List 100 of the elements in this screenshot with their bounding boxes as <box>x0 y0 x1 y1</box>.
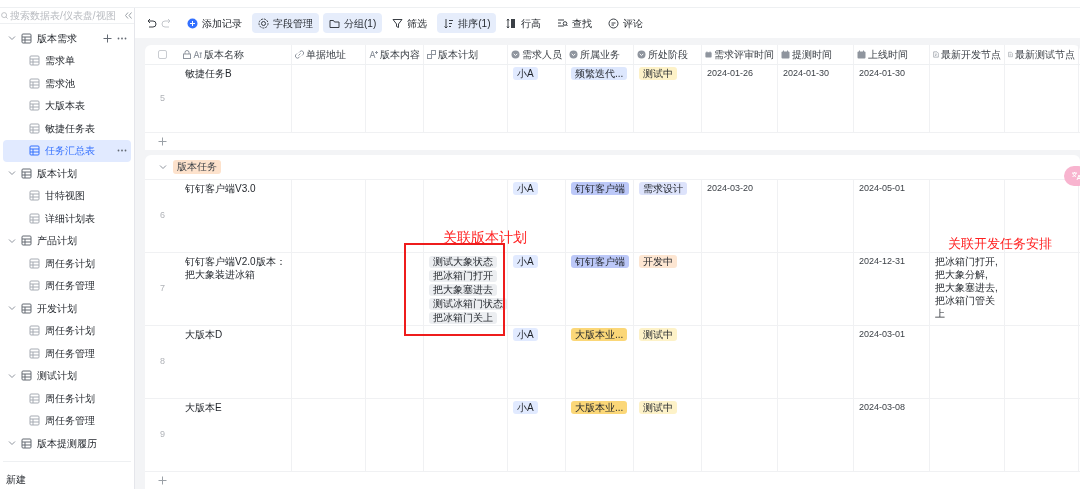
sidebar-group[interactable]: 版本计划 <box>0 162 134 185</box>
option-tag: 需求设计 <box>639 182 687 195</box>
sidebar-item[interactable]: 详细计划表 <box>3 207 131 230</box>
date-cell: 2024-05-01 <box>859 182 906 195</box>
sidebar-group[interactable]: 开发计划 <box>0 297 134 320</box>
table-icon <box>29 280 40 292</box>
translate-icon <box>1071 171 1080 181</box>
sidebar-item[interactable]: 周任务计划 <box>3 319 131 342</box>
option-tag: 大版本业... <box>571 328 628 341</box>
formula-icon <box>933 50 939 59</box>
table-cell: 把冰箱门打开, 把大象分解, 把大象塞进去, 把冰箱门管关上 <box>935 255 999 320</box>
search-field[interactable]: 搜索数据表/仪表盘/视图 <box>10 8 122 23</box>
sidebar-item[interactable]: 甘特视图 <box>3 184 131 207</box>
formula-icon <box>1008 50 1013 59</box>
sidebar-item[interactable]: 周任务管理 <box>3 342 131 365</box>
sidebar-item[interactable]: 需求单 <box>3 49 131 72</box>
toolbar-button[interactable]: 添加记录 <box>181 13 248 33</box>
column-header[interactable]: 所处阶段 <box>648 47 688 62</box>
column-header[interactable]: 需求人员 <box>522 47 562 62</box>
link-icon <box>295 50 304 59</box>
toolbar-button[interactable]: 行高 <box>500 13 548 33</box>
table-icon <box>29 392 40 404</box>
sidebar-item[interactable]: 周任务计划 <box>3 387 131 410</box>
column-header[interactable]: 最新开发节点 <box>941 47 1001 62</box>
add-icon <box>187 17 198 29</box>
annotation-text: 关联版本计划 <box>443 228 527 247</box>
column-header[interactable]: 单据地址 <box>306 47 346 62</box>
column-header[interactable]: 版本内容 <box>380 47 420 62</box>
date-cell: 2024-01-30 <box>783 67 830 80</box>
column-header[interactable]: 提测时间 <box>792 47 832 62</box>
option-tag: 频繁迭代... <box>571 67 628 80</box>
select-all-checkbox[interactable] <box>158 50 167 59</box>
gear-icon <box>258 17 269 29</box>
sidebar-item[interactable]: 周任务管理 <box>3 409 131 432</box>
person-tag: 小A <box>513 182 538 195</box>
table-icon <box>29 100 40 112</box>
option-tag: 大版本业... <box>571 401 628 414</box>
sidebar-group[interactable]: 测试计划 <box>0 364 134 387</box>
sidebar-group[interactable]: 版本需求 <box>0 27 134 50</box>
sidebar-group[interactable]: 产品计划 <box>0 229 134 252</box>
person-tag: 小A <box>513 328 538 341</box>
sidebar-item[interactable]: 周任务计划 <box>3 252 131 275</box>
column-header[interactable]: 上线时间 <box>868 47 908 62</box>
table-icon <box>29 77 40 89</box>
row-number: 6 <box>160 209 165 223</box>
linked-record[interactable]: 把大象塞进去 <box>429 284 497 296</box>
column-header[interactable]: 所属业务 <box>580 47 620 62</box>
option-icon <box>569 50 578 59</box>
toolbar-button[interactable]: 查找 <box>551 13 599 33</box>
linked-record[interactable]: 把冰箱门关上 <box>429 312 497 324</box>
sidebar-item[interactable]: 任务汇总表 <box>3 139 131 162</box>
table-icon <box>21 32 32 44</box>
toolbar-button[interactable]: 筛选 <box>386 13 434 33</box>
column-header[interactable]: 版本计划 <box>438 47 478 62</box>
option-tag: 测试中 <box>639 328 677 341</box>
option-icon <box>511 50 520 59</box>
table-icon <box>29 212 40 224</box>
column-header[interactable]: 需求评审时间 <box>714 47 774 62</box>
row-number: 8 <box>160 355 165 369</box>
sidebar-item[interactable]: 需求池 <box>3 72 131 95</box>
option-icon <box>637 50 646 59</box>
toolbar-button[interactable]: 排序(1) <box>437 13 497 33</box>
table-cell: 大版本D <box>185 328 223 341</box>
group-header[interactable]: 版本任务 <box>157 160 223 174</box>
table-icon <box>21 437 32 449</box>
toolbar-button[interactable]: 分组(1) <box>323 13 383 33</box>
sidebar-item[interactable]: 敏捷任务表 <box>3 117 131 140</box>
table-icon <box>21 302 32 314</box>
toolbar-button[interactable]: 评论 <box>602 13 650 33</box>
row-height-icon <box>506 17 518 29</box>
person-tag: 小A <box>513 401 538 414</box>
linked-record[interactable]: 把冰箱门打开 <box>429 270 497 282</box>
table-icon <box>29 415 40 427</box>
calendar-icon <box>781 50 790 59</box>
person-tag: 小A <box>513 67 538 80</box>
table-icon <box>29 347 40 359</box>
column-header[interactable]: 最新测试节点 <box>1015 47 1075 62</box>
column-header[interactable]: 版本名称 <box>204 47 244 62</box>
text-field-icon <box>369 50 378 59</box>
table-cell: 敏捷任务B <box>185 67 232 80</box>
new-button[interactable]: 新建 <box>3 473 26 486</box>
linked-record[interactable]: 测试冰箱门状态 <box>429 298 507 310</box>
table-icon <box>29 190 40 202</box>
linked-record[interactable]: 测试大象状态 <box>429 256 497 268</box>
find-icon <box>557 17 569 29</box>
date-cell: 2024-01-30 <box>859 67 906 80</box>
add-row-icon <box>158 137 167 146</box>
undo-icon <box>145 17 157 29</box>
toolbar-button[interactable]: 字段管理 <box>252 13 319 33</box>
annotation-text: 关联开发任务安排 <box>948 236 1052 252</box>
table-cell: 大版本E <box>185 401 222 414</box>
sidebar-group[interactable]: 版本提测履历 <box>0 432 134 455</box>
sidebar-item[interactable]: 周任务管理 <box>3 274 131 297</box>
calendar-icon <box>857 50 866 59</box>
date-cell: 2024-03-01 <box>859 328 906 341</box>
row-number: 5 <box>160 91 165 105</box>
folder-icon <box>329 17 340 29</box>
option-tag: 钉钉客户端 <box>571 182 629 195</box>
date-cell: 2024-12-31 <box>859 255 906 268</box>
sidebar-item[interactable]: 大版本表 <box>3 94 131 117</box>
